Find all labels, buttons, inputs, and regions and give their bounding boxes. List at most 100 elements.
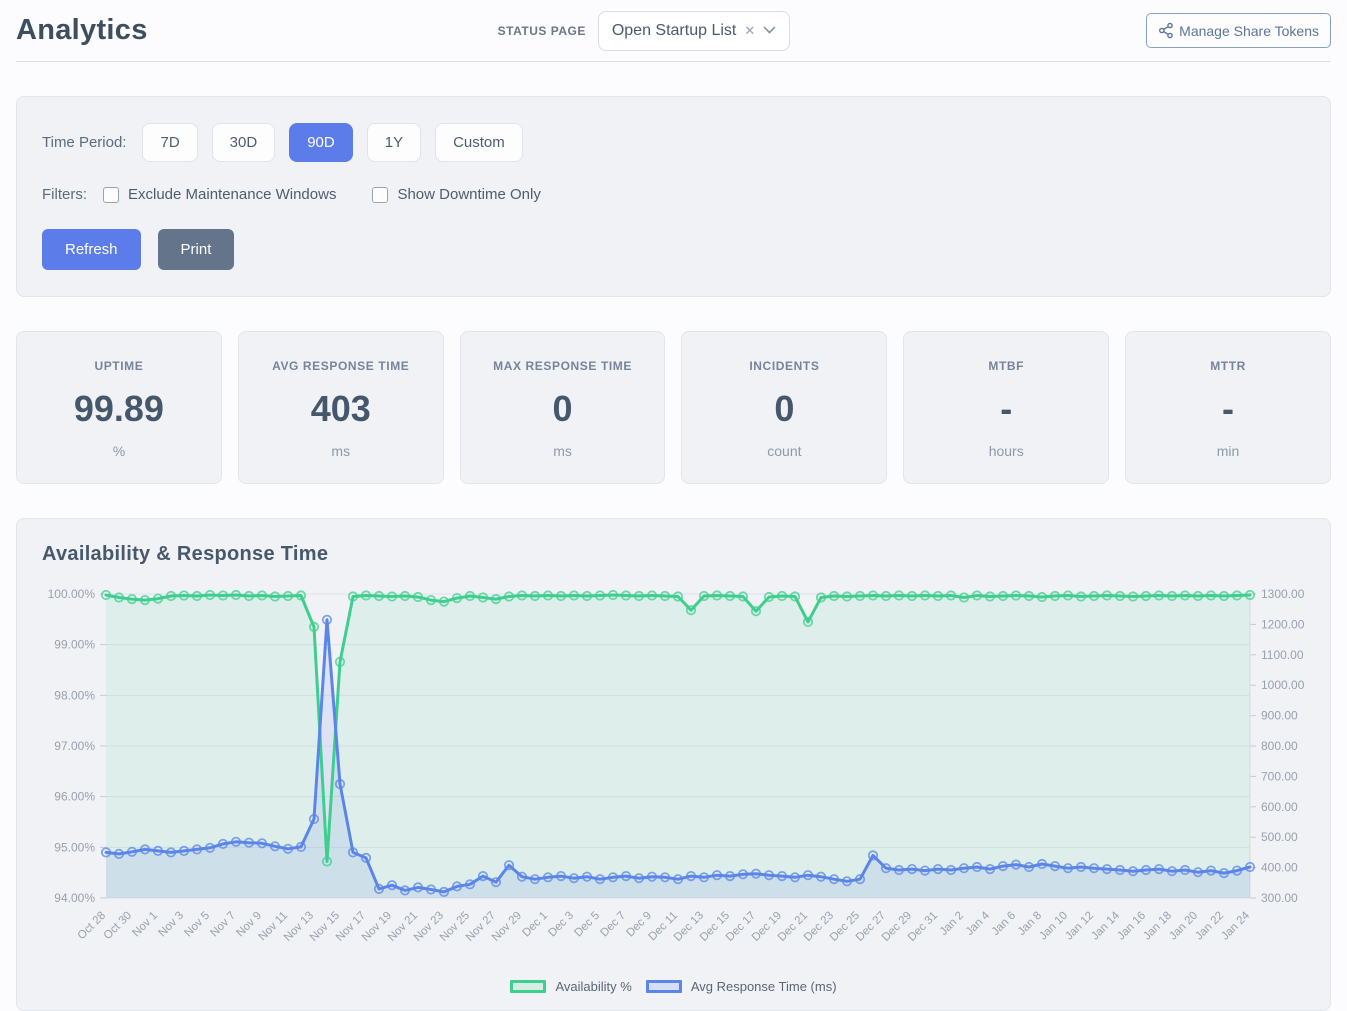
stat-label: INCIDENTS [690,359,878,373]
svg-text:1200.00: 1200.00 [1261,617,1305,631]
legend-label-response-time: Avg Response Time (ms) [691,979,837,994]
svg-text:97.00%: 97.00% [54,739,95,753]
svg-text:Dec 3: Dec 3 [546,910,576,940]
legend-item-availability: Availability % [510,979,631,994]
svg-text:Jan 10: Jan 10 [1037,910,1070,943]
filter-panel: Time Period: 7D 30D 90D 1Y Custom Filter… [16,96,1331,297]
show-downtime-label: Show Downtime Only [397,186,540,203]
chart-wrap: 100.00%99.00%98.00%97.00%96.00%95.00%94.… [42,580,1305,977]
stat-label: UPTIME [25,359,213,373]
svg-text:1100.00: 1100.00 [1261,648,1304,662]
share-icon [1158,22,1174,39]
time-period-label: Time Period: [42,134,126,151]
manage-share-tokens-label: Manage Share Tokens [1179,23,1319,39]
chart-legend: Availability % Avg Response Time (ms) [42,979,1305,994]
stat-card-max-response: MAX RESPONSE TIME 0 ms [460,331,666,484]
stat-label: AVG RESPONSE TIME [247,359,435,373]
stat-unit: hours [912,443,1100,459]
svg-text:500.00: 500.00 [1261,830,1298,844]
stat-unit: ms [469,443,657,459]
period-button-custom[interactable]: Custom [435,123,523,162]
svg-text:96.00%: 96.00% [54,790,95,804]
legend-item-response-time: Avg Response Time (ms) [646,979,837,994]
show-downtime-checkbox[interactable]: Show Downtime Only [372,186,540,203]
stat-value: 99.89 [25,388,213,430]
top-bar: Analytics STATUS PAGE Open Startup List … [16,0,1331,62]
legend-swatch-availability [510,980,546,993]
stat-value: 0 [469,388,657,430]
chart-panel: Availability & Response Time 100.00% 99.0… [16,518,1331,1011]
period-button-90d[interactable]: 90D [289,123,353,162]
analytics-page: Analytics STATUS PAGE Open Startup List … [0,0,1347,1011]
filters-label: Filters: [42,186,87,203]
stat-unit: ms [247,443,435,459]
stat-card-mtbf: MTBF - hours [903,331,1109,484]
stat-unit: count [690,443,878,459]
filters-row: Filters: Exclude Maintenance Windows Sho… [42,186,1305,203]
stat-unit: % [25,443,213,459]
svg-text:99.00%: 99.00% [54,638,95,652]
stat-value: - [912,388,1100,430]
period-button-7d[interactable]: 7D [142,123,197,162]
svg-text:300.00: 300.00 [1261,891,1298,905]
svg-text:Nov 5: Nov 5 [182,910,212,940]
stat-card-incidents: INCIDENTS 0 count [681,331,887,484]
actions-row: Refresh Print [42,229,1305,270]
svg-text:Jan 24: Jan 24 [1219,909,1252,942]
svg-text:Jan 18: Jan 18 [1141,910,1174,943]
status-page-group: STATUS PAGE Open Startup List ✕ [498,11,791,51]
stat-value: 0 [690,388,878,430]
svg-text:Dec 31: Dec 31 [906,910,940,944]
svg-text:Dec 7: Dec 7 [598,910,628,940]
svg-text:400.00: 400.00 [1261,861,1298,875]
chevron-down-icon [763,26,776,35]
svg-text:Jan 2: Jan 2 [938,910,966,938]
svg-text:95.00%: 95.00% [54,840,95,854]
refresh-button[interactable]: Refresh [42,229,141,270]
svg-text:Jan 4: Jan 4 [964,909,993,938]
checkbox-icon[interactable] [372,187,388,203]
svg-text:Oct 28: Oct 28 [76,910,108,942]
exclude-maintenance-label: Exclude Maintenance Windows [128,186,336,203]
period-button-1y[interactable]: 1Y [367,123,421,162]
stat-label: MTBF [912,359,1100,373]
status-page-selected-value: Open Startup List [612,22,737,40]
svg-text:Jan 6: Jan 6 [990,910,1018,938]
svg-text:600.00: 600.00 [1261,800,1298,814]
svg-text:800.00: 800.00 [1261,739,1298,753]
availability-response-chart: 100.00%99.00%98.00%97.00%96.00%95.00%94.… [42,580,1308,972]
stat-cards-row: UPTIME 99.89 % AVG RESPONSE TIME 403 ms … [16,331,1331,484]
legend-label-availability: Availability % [555,979,631,994]
stat-value: 403 [247,388,435,430]
print-button[interactable]: Print [158,229,235,270]
legend-swatch-response-time [646,980,682,993]
svg-text:1300.00: 1300.00 [1261,587,1305,601]
stat-card-mttr: MTTR - min [1125,331,1331,484]
stat-card-avg-response: AVG RESPONSE TIME 403 ms [238,331,444,484]
svg-text:700.00: 700.00 [1261,769,1298,783]
period-button-30d[interactable]: 30D [212,123,276,162]
stat-label: MTTR [1134,359,1322,373]
stat-card-uptime: UPTIME 99.89 % [16,331,222,484]
stat-unit: min [1134,443,1322,459]
svg-text:Jan 22: Jan 22 [1193,910,1226,943]
exclude-maintenance-checkbox[interactable]: Exclude Maintenance Windows [103,186,336,203]
svg-text:900.00: 900.00 [1261,709,1298,723]
status-page-label: STATUS PAGE [498,24,586,38]
svg-text:100.00%: 100.00% [48,587,96,601]
svg-text:Dec 5: Dec 5 [572,910,602,940]
chart-title: Availability & Response Time [42,543,1305,566]
svg-text:Nov 7: Nov 7 [208,910,238,940]
svg-text:Jan 12: Jan 12 [1063,910,1096,943]
svg-text:Nov 29: Nov 29 [490,910,524,944]
status-page-select[interactable]: Open Startup List ✕ [598,11,790,51]
clear-selection-icon[interactable]: ✕ [744,23,755,39]
svg-text:Jan 20: Jan 20 [1167,910,1200,943]
stat-label: MAX RESPONSE TIME [469,359,657,373]
manage-share-tokens-button[interactable]: Manage Share Tokens [1146,13,1331,48]
svg-text:Dec 1: Dec 1 [520,910,550,940]
svg-text:Jan 16: Jan 16 [1115,910,1148,943]
checkbox-icon[interactable] [103,187,119,203]
svg-text:1000.00: 1000.00 [1261,678,1305,692]
svg-text:98.00%: 98.00% [54,688,95,702]
